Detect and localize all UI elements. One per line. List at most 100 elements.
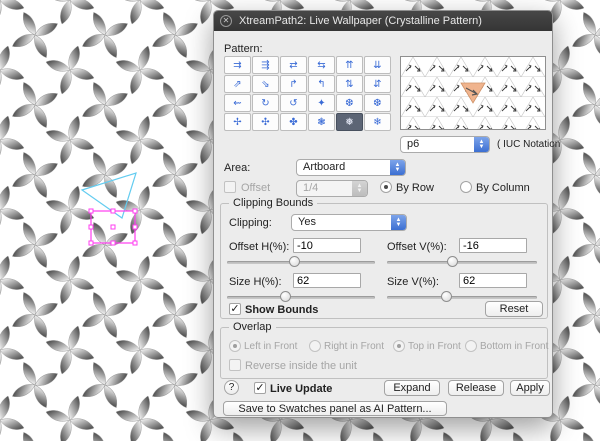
slider-thumb[interactable] xyxy=(288,256,300,267)
notation-label: ( IUC Notation xyxy=(497,139,561,150)
size-h-label: Size H(%): xyxy=(229,276,282,288)
by-row-label: By Row xyxy=(396,182,434,194)
selection-handles xyxy=(88,208,138,246)
offset-fraction-select[interactable]: 1/4 ▲ ▼ xyxy=(296,180,368,197)
area-select[interactable]: Artboard ▲ ▼ xyxy=(296,159,406,176)
offset-label: Offset xyxy=(241,182,271,194)
offset-checkbox[interactable] xyxy=(224,181,236,193)
close-icon[interactable]: ✕ xyxy=(220,15,232,27)
pattern-icon[interactable]: ⇉ xyxy=(224,56,251,74)
overlap-legend: Overlap xyxy=(229,321,276,333)
screen: ✕ XtreamPath2: Live Wallpaper (Crystalli… xyxy=(0,0,600,441)
pattern-icon[interactable]: ❆ xyxy=(364,94,391,112)
pattern-label: Pattern: xyxy=(224,43,263,55)
by-column-radio[interactable] xyxy=(460,181,472,193)
show-bounds-checkbox[interactable]: ✓ xyxy=(229,303,241,315)
live-update-checkbox[interactable]: ✓ xyxy=(254,382,266,394)
offset-v-input[interactable] xyxy=(459,238,527,253)
pattern-icon[interactable]: ↺ xyxy=(280,94,307,112)
offset-v-slider[interactable] xyxy=(387,256,537,268)
pattern-icon[interactable]: ↻ xyxy=(252,94,279,112)
bottom-in-front-label: Bottom in Front xyxy=(480,341,549,352)
area-select-value: Artboard xyxy=(303,161,346,173)
dropdown-arrows-icon: ▲ ▼ xyxy=(352,181,367,196)
pattern-icon[interactable]: ⇗ xyxy=(224,75,251,93)
size-h-slider[interactable] xyxy=(227,291,375,303)
dropdown-arrows-icon: ▲ ▼ xyxy=(474,137,489,152)
help-button[interactable]: ? xyxy=(224,380,239,395)
live-wallpaper-dialog: ✕ XtreamPath2: Live Wallpaper (Crystalli… xyxy=(213,10,560,418)
area-label: Area: xyxy=(224,162,251,174)
pattern-icon[interactable]: ✦ xyxy=(308,94,335,112)
radio-dot xyxy=(233,344,237,348)
notation-select[interactable]: p6 ▲ ▼ xyxy=(400,136,490,153)
pattern-grid: ⇉ ⇶ ⇄ ⇆ ⇈ ⇊ ⇗ ⇘ ↱ ↰ ⇅ ⇵ ⇜ ↻ ↺ ✦ ❆ ❆ ✢ ✣ ✤ ❃ ❅ ❄ xyxy=(224,56,391,131)
pattern-icon[interactable]: ⇵ xyxy=(364,75,391,93)
size-v-label: Size V(%): xyxy=(387,276,439,288)
size-h-input[interactable] xyxy=(293,273,361,288)
offset-fraction-value: 1/4 xyxy=(303,182,319,194)
slider-thumb[interactable] xyxy=(440,291,452,302)
offset-h-label: Offset H(%): xyxy=(229,241,290,253)
radio-dot xyxy=(384,185,388,189)
size-v-input[interactable] xyxy=(459,273,527,288)
selection-overlay[interactable] xyxy=(78,168,156,250)
dropdown-arrows-icon: ▲ ▼ xyxy=(391,215,406,230)
top-in-front-label: Top in Front xyxy=(408,341,461,352)
top-in-front-radio[interactable] xyxy=(393,340,405,352)
pattern-icon[interactable]: ⇄ xyxy=(280,56,307,74)
offset-h-slider[interactable] xyxy=(227,256,375,268)
pattern-icon[interactable]: ⇘ xyxy=(252,75,279,93)
clipping-select[interactable]: Yes ▲ ▼ xyxy=(291,214,407,231)
slider-thumb[interactable] xyxy=(279,291,291,302)
pattern-icon[interactable]: ⇶ xyxy=(252,56,279,74)
pattern-icon[interactable]: ❄ xyxy=(364,113,391,131)
pattern-icon[interactable]: ↰ xyxy=(308,75,335,93)
pattern-icon[interactable]: ❆ xyxy=(336,94,363,112)
slider-thumb[interactable] xyxy=(446,256,458,267)
offset-h-input[interactable] xyxy=(293,238,361,253)
right-in-front-label: Right in Front xyxy=(324,341,385,352)
slider-track xyxy=(227,296,375,299)
bottom-in-front-radio[interactable] xyxy=(465,340,477,352)
by-column-label: By Column xyxy=(476,182,530,194)
pattern-icon[interactable]: ⇅ xyxy=(336,75,363,93)
clipping-label: Clipping: xyxy=(229,217,272,229)
left-in-front-radio[interactable] xyxy=(229,340,241,352)
radio-dot xyxy=(397,344,401,348)
save-to-swatches-button[interactable]: Save to Swatches panel as AI Pattern... xyxy=(223,401,447,416)
live-update-label: Live Update xyxy=(270,383,333,395)
pattern-icon[interactable]: ❅ xyxy=(336,113,363,131)
clipping-bounds-group: Clipping Bounds Clipping: Yes ▲ ▼ Offset … xyxy=(220,197,548,319)
right-in-front-radio[interactable] xyxy=(309,340,321,352)
by-row-radio[interactable] xyxy=(380,181,392,193)
reverse-inside-checkbox[interactable] xyxy=(229,359,241,371)
apply-button[interactable]: Apply xyxy=(510,380,550,396)
left-in-front-label: Left in Front xyxy=(244,341,298,352)
show-bounds-label: Show Bounds xyxy=(245,304,319,316)
expand-button[interactable]: Expand xyxy=(384,380,440,396)
window-title: XtreamPath2: Live Wallpaper (Crystalline… xyxy=(239,15,482,27)
clipping-select-value: Yes xyxy=(298,216,316,228)
pattern-icon[interactable]: ⇈ xyxy=(336,56,363,74)
pattern-icon[interactable]: ⇊ xyxy=(364,56,391,74)
reset-button[interactable]: Reset xyxy=(485,301,543,317)
overlap-group: Overlap Left in Front Right in Front Top… xyxy=(220,321,549,379)
titlebar[interactable]: ✕ XtreamPath2: Live Wallpaper (Crystalli… xyxy=(214,11,552,31)
pattern-icon[interactable]: ↱ xyxy=(280,75,307,93)
slider-track xyxy=(227,261,375,264)
pattern-icon[interactable]: ✣ xyxy=(252,113,279,131)
slider-track xyxy=(387,261,537,264)
pattern-icon[interactable]: ⇆ xyxy=(308,56,335,74)
pattern-preview[interactable] xyxy=(400,56,546,130)
slider-track xyxy=(387,296,537,299)
offset-v-label: Offset V(%): xyxy=(387,241,447,253)
notation-select-value: p6 xyxy=(407,138,420,150)
release-button[interactable]: Release xyxy=(448,380,504,396)
pattern-icon[interactable]: ⇜ xyxy=(224,94,251,112)
pattern-icon[interactable]: ✢ xyxy=(224,113,251,131)
pattern-icon[interactable]: ✤ xyxy=(280,113,307,131)
pattern-icon[interactable]: ❃ xyxy=(308,113,335,131)
dropdown-arrows-icon: ▲ ▼ xyxy=(390,160,405,175)
reverse-inside-label: Reverse inside the unit xyxy=(245,360,357,372)
